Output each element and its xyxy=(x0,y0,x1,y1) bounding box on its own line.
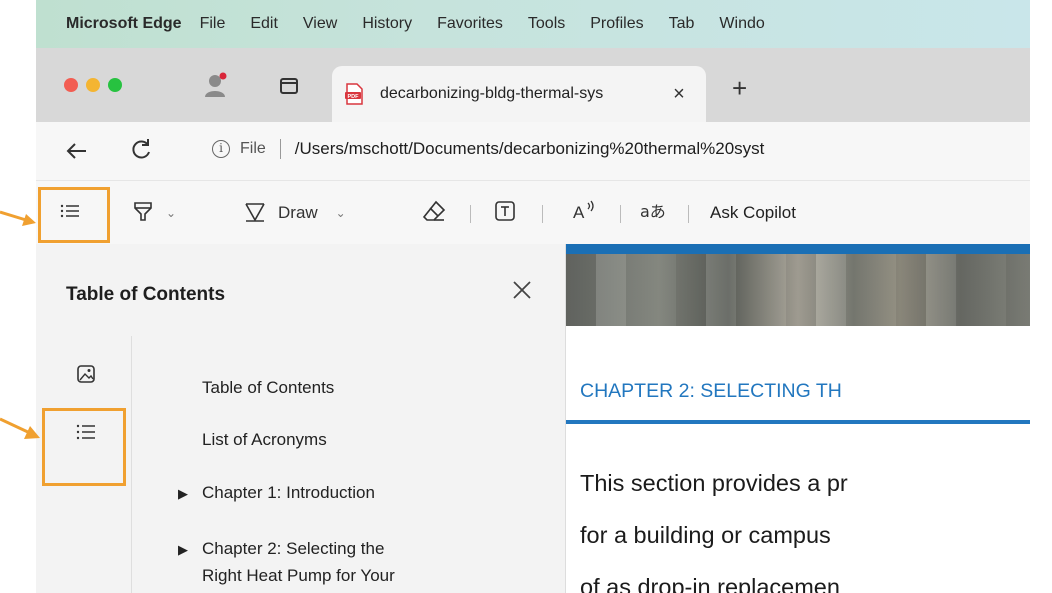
draw-label: Draw xyxy=(278,203,318,222)
address-bar: i File /Users/mschott/Documents/decarbon… xyxy=(36,122,1030,180)
eraser-icon xyxy=(422,200,446,227)
translate-icon: aあ xyxy=(640,200,668,227)
arrow-icon xyxy=(0,210,36,226)
list-icon xyxy=(60,203,80,224)
tab-pdf[interactable]: PDF decarbonizing-bldg-thermal-sys × xyxy=(332,66,706,122)
contents-button[interactable] xyxy=(60,181,80,244)
outline-list-icon[interactable] xyxy=(76,422,96,442)
close-window-button[interactable] xyxy=(64,78,78,92)
menu-history[interactable]: History xyxy=(362,15,412,33)
text-box-icon xyxy=(494,200,516,227)
toc-item[interactable]: ▶ Chapter 2: Selecting the xyxy=(178,535,384,564)
menu-bar: Microsoft Edge File Edit View History Fa… xyxy=(36,0,1030,48)
menu-profiles[interactable]: Profiles xyxy=(590,15,643,33)
erase-button[interactable] xyxy=(422,181,446,244)
body-text-line: of as drop-in replacemen xyxy=(580,574,840,593)
ask-copilot-button[interactable]: Ask Copilot xyxy=(710,181,796,244)
pdf-toolbar: ⌄ Draw ⌄ A aあ Ask Copilot xyxy=(36,180,1030,244)
tab-actions-icon[interactable] xyxy=(279,76,299,96)
toc-sidebar: Table of Contents Table of Contents List… xyxy=(36,244,566,593)
menu-tab[interactable]: Tab xyxy=(669,15,695,33)
toolbar-divider xyxy=(688,205,689,223)
thumbnails-icon[interactable] xyxy=(76,364,96,384)
sidebar-rail xyxy=(36,336,132,593)
highlighter-icon xyxy=(132,199,154,228)
toc-item-continued[interactable]: Right Heat Pump for Your xyxy=(202,562,395,590)
svg-text:aあ: aあ xyxy=(640,202,666,221)
chapter-rule xyxy=(566,420,1030,424)
sidebar-title: Table of Contents xyxy=(66,284,226,305)
profile-icon[interactable] xyxy=(204,72,228,98)
chapter-heading: CHAPTER 2: SELECTING TH xyxy=(580,380,842,402)
tab-title: decarbonizing-bldg-thermal-sys xyxy=(380,85,604,102)
expand-caret-icon[interactable]: ▶ xyxy=(178,480,202,508)
toc-item-label: Right Heat Pump for Your xyxy=(202,566,395,585)
url-field[interactable]: i File /Users/mschott/Documents/decarbon… xyxy=(212,139,764,159)
menu-view[interactable]: View xyxy=(303,15,337,33)
add-text-button[interactable] xyxy=(494,181,516,244)
draw-button[interactable]: Draw ⌄ xyxy=(244,181,346,244)
pdf-page: CHAPTER 2: SELECTING TH This section pro… xyxy=(566,244,1030,593)
highlight-button[interactable]: ⌄ xyxy=(132,181,176,244)
menu-favorites[interactable]: Favorites xyxy=(437,15,503,33)
page-header-image xyxy=(566,244,1030,326)
toc-item[interactable]: List of Acronyms xyxy=(202,426,327,454)
toc-item-label: Chapter 1: Introduction xyxy=(202,483,375,502)
app-menu[interactable]: Microsoft Edge xyxy=(66,15,182,33)
site-info-icon[interactable]: i xyxy=(212,140,230,158)
close-icon[interactable] xyxy=(510,278,534,302)
page-header-image-texture xyxy=(566,254,1030,326)
expand-caret-icon[interactable]: ▶ xyxy=(178,536,202,564)
minimize-window-button[interactable] xyxy=(86,78,100,92)
chevron-down-icon[interactable]: ⌄ xyxy=(336,206,346,220)
ask-copilot-label: Ask Copilot xyxy=(710,203,796,222)
new-tab-button[interactable]: + xyxy=(732,75,754,101)
toolbar-divider xyxy=(470,205,471,223)
toc-item-label: Table of Contents xyxy=(202,378,335,397)
menu-file[interactable]: File xyxy=(200,15,226,33)
draw-pen-icon xyxy=(244,200,266,227)
svg-text:PDF: PDF xyxy=(348,94,360,100)
url-scheme-label: File xyxy=(240,140,266,157)
url-text[interactable]: /Users/mschott/Documents/decarbonizing%2… xyxy=(295,139,765,159)
chevron-down-icon[interactable]: ⌄ xyxy=(166,206,176,220)
toolbar-divider xyxy=(542,205,543,223)
tab-close-icon[interactable]: × xyxy=(668,83,690,105)
body-text-line: This section provides a pr xyxy=(580,470,848,496)
toc-item-label: Chapter 2: Selecting the xyxy=(202,539,385,558)
menu-edit[interactable]: Edit xyxy=(250,15,278,33)
read-aloud-icon: A xyxy=(572,200,598,227)
toc-item-label: List of Acronyms xyxy=(202,430,327,449)
content-area: Table of Contents Table of Contents List… xyxy=(36,244,1030,593)
zoom-window-button[interactable] xyxy=(108,78,122,92)
read-aloud-button[interactable]: A xyxy=(572,181,598,244)
refresh-button[interactable] xyxy=(128,137,154,163)
menu-window[interactable]: Windo xyxy=(719,15,764,33)
body-text-line: for a building or campus xyxy=(580,522,831,548)
svg-text:A: A xyxy=(573,203,585,222)
page-header-rule xyxy=(566,244,1030,254)
url-divider xyxy=(279,139,281,159)
tab-strip: PDF decarbonizing-bldg-thermal-sys × + xyxy=(36,48,1030,122)
translate-button[interactable]: aあ xyxy=(640,181,668,244)
back-button[interactable] xyxy=(64,138,90,164)
toc-item[interactable]: ▶ Chapter 1: Introduction xyxy=(178,479,375,508)
toc-item[interactable]: Table of Contents xyxy=(202,374,334,402)
toolbar-divider xyxy=(620,205,621,223)
menu-tools[interactable]: Tools xyxy=(528,15,565,33)
pdf-icon: PDF xyxy=(344,83,364,105)
